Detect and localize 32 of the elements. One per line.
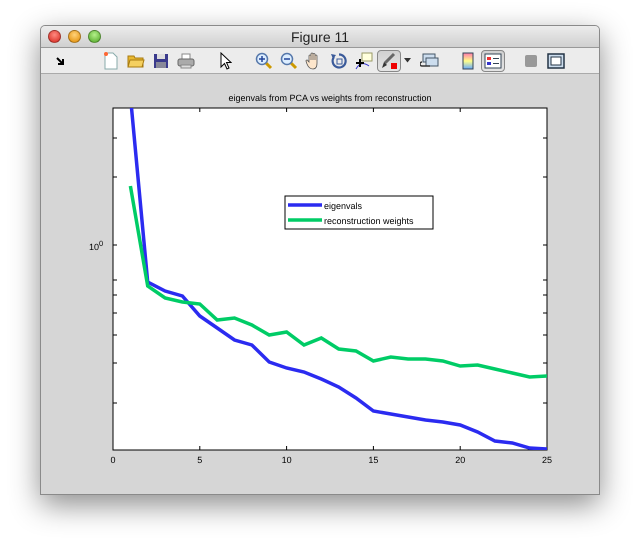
zoom-out-icon [280, 52, 298, 70]
square-icon [524, 54, 538, 68]
tick-label: 20 [455, 455, 466, 465]
panels-icon [547, 52, 565, 68]
window-title: Figure 11 [290, 28, 350, 44]
tick-label: 5 [197, 455, 202, 465]
minimize-button[interactable] [68, 30, 81, 43]
tick-label: 0 [110, 455, 116, 465]
tick-label: 15 [368, 455, 378, 465]
tick-label: 25 [542, 455, 552, 465]
zoom-in-icon [255, 52, 273, 70]
legend-button[interactable] [481, 50, 505, 72]
folder-icon [127, 52, 145, 68]
linked-windows-icon [420, 52, 440, 70]
tick-label: 10$^{0}$ [89, 238, 104, 253]
legend-label: reconstruction weights [324, 216, 414, 226]
colorbar-icon [462, 52, 474, 70]
data-tip-icon [355, 52, 373, 70]
zoom-button[interactable] [88, 30, 101, 43]
close-button[interactable] [48, 30, 61, 43]
document-icon [103, 52, 119, 70]
rotate-icon [330, 52, 348, 70]
brush-icon [380, 52, 398, 70]
legend-label: eigenvals [324, 201, 362, 211]
tick-label: 10 [282, 455, 292, 465]
brush-button[interactable] [377, 50, 401, 72]
arrow-icon [55, 54, 67, 66]
printer-icon [177, 52, 195, 68]
chart-title: eigenvals from PCA vs weights from reconstruction [228, 93, 432, 103]
cursor-arrow-icon [220, 52, 232, 70]
caret-icon [404, 58, 410, 63]
legend-icon [484, 52, 502, 68]
